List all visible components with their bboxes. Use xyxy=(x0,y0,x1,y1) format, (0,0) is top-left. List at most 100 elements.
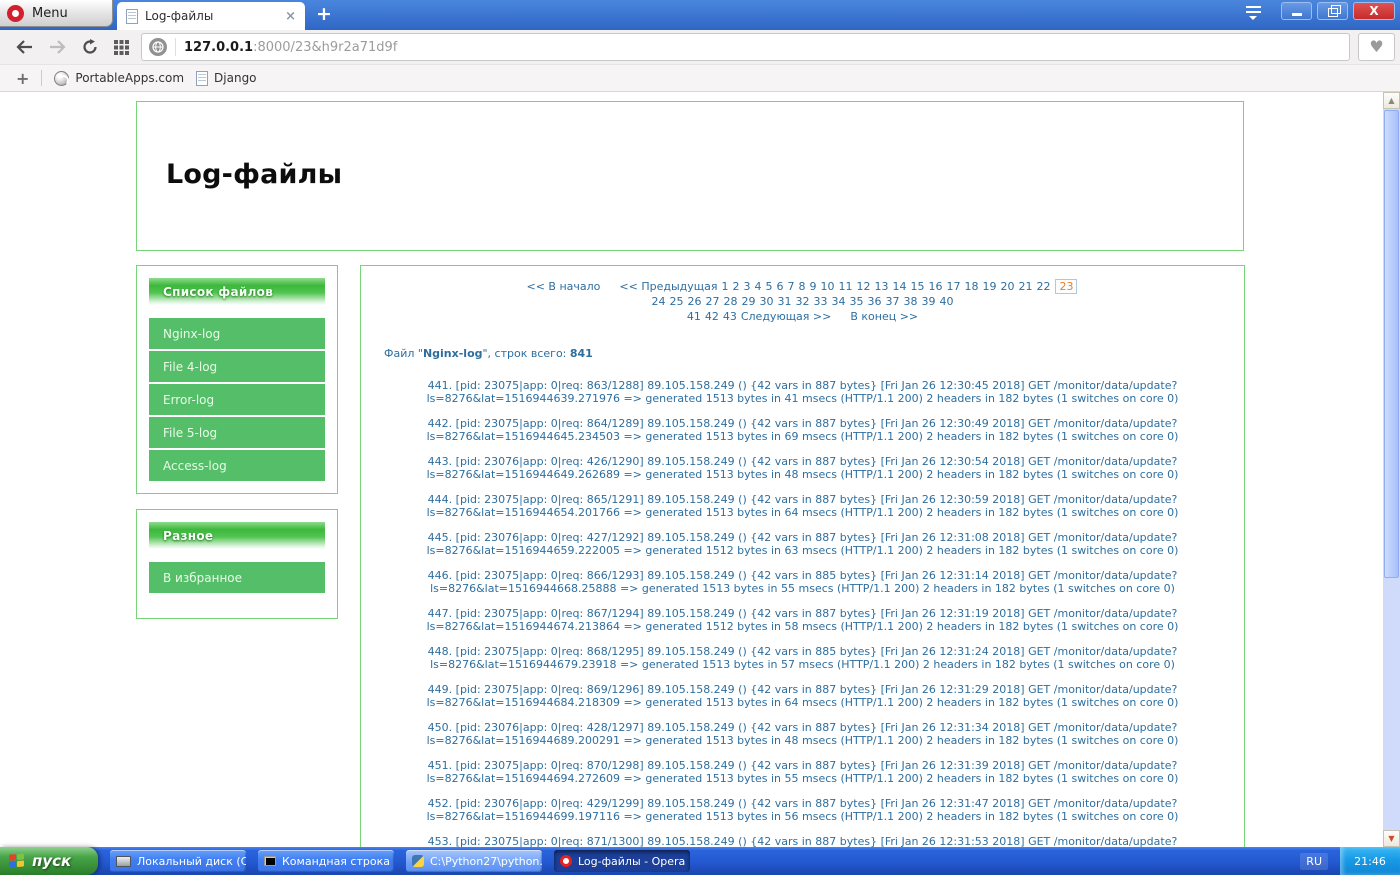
browser-tab[interactable]: Log-файлы × xyxy=(117,2,305,30)
page-link-2[interactable]: 2 xyxy=(732,280,739,293)
page-link-24[interactable]: 24 xyxy=(652,295,666,308)
page-link-6[interactable]: 6 xyxy=(776,280,783,293)
page-link-11[interactable]: 11 xyxy=(838,280,852,293)
page-link-5[interactable]: 5 xyxy=(765,280,772,293)
page-link-36[interactable]: 36 xyxy=(868,295,882,308)
log-entry-line2: ls=8276&lat=1516944699.197116 => generat… xyxy=(379,810,1226,823)
bookmark-django[interactable]: Django xyxy=(196,71,257,86)
clock[interactable]: 21:46 xyxy=(1340,847,1400,875)
page-link-16[interactable]: 16 xyxy=(928,280,942,293)
log-entry-line2: ls=8276&lat=1516944659.222005 => generat… xyxy=(379,544,1226,557)
reload-button[interactable] xyxy=(82,39,98,55)
page-link-39[interactable]: 39 xyxy=(922,295,936,308)
scroll-up-button[interactable]: ▲ xyxy=(1383,92,1400,109)
page-link-37[interactable]: 37 xyxy=(886,295,900,308)
page-link-33[interactable]: 33 xyxy=(814,295,828,308)
pagination-prev[interactable]: << Предыдущая xyxy=(619,280,717,293)
page-link-8[interactable]: 8 xyxy=(798,280,805,293)
log-entry-line1: 442. [pid: 23075|app: 0|req: 864/1289] 8… xyxy=(379,417,1226,430)
page-link-3[interactable]: 3 xyxy=(743,280,750,293)
sidebar-item-favorites[interactable]: В избранное xyxy=(149,562,325,593)
sidebar-item-error-log[interactable]: Error-log xyxy=(149,384,325,415)
bookmark-heart-button[interactable]: ♥ xyxy=(1358,33,1395,61)
url-text[interactable]: 127.0.0.1:8000/23&h9r2a71d9f xyxy=(184,40,397,55)
page-link-14[interactable]: 14 xyxy=(892,280,906,293)
pagination-last[interactable]: В конец >> xyxy=(850,310,918,323)
log-entry-line1: 451. [pid: 23075|app: 0|req: 870/1298] 8… xyxy=(379,759,1226,772)
page-link-41[interactable]: 41 xyxy=(687,310,701,323)
cmd-icon xyxy=(264,856,276,866)
maximize-button[interactable] xyxy=(1317,2,1348,20)
tab-menu-icon[interactable] xyxy=(1244,6,1262,20)
page-link-27[interactable]: 27 xyxy=(706,295,720,308)
pagination-next[interactable]: Следующая >> xyxy=(741,310,832,323)
bookmark-portableapps[interactable]: PortableApps.com xyxy=(54,71,184,86)
page-link-35[interactable]: 35 xyxy=(850,295,864,308)
task-python[interactable]: C:\Python27\python.... xyxy=(406,850,542,872)
page-link-10[interactable]: 10 xyxy=(820,280,834,293)
log-entry-line1: 446. [pid: 23075|app: 0|req: 866/1293] 8… xyxy=(379,569,1226,582)
log-entry-line1: 444. [pid: 23075|app: 0|req: 865/1291] 8… xyxy=(379,493,1226,506)
opera-menu-button[interactable]: Menu xyxy=(0,0,113,27)
task-label: Log-файлы - Opera xyxy=(578,855,685,868)
log-entry: 445. [pid: 23076|app: 0|req: 427/1292] 8… xyxy=(379,531,1226,557)
log-entry-line1: 453. [pid: 23075|app: 0|req: 871/1300] 8… xyxy=(379,835,1226,847)
language-indicator[interactable]: RU xyxy=(1300,853,1328,870)
forward-button[interactable] xyxy=(49,40,66,54)
sidebar-item-access-log[interactable]: Access-log xyxy=(149,450,325,481)
minimize-button[interactable] xyxy=(1281,2,1312,20)
speed-dial-button[interactable] xyxy=(114,40,129,55)
page-scrollbar[interactable]: ▲ ▼ xyxy=(1383,92,1400,847)
page-link-26[interactable]: 26 xyxy=(688,295,702,308)
page-link-30[interactable]: 30 xyxy=(760,295,774,308)
page-link-21[interactable]: 21 xyxy=(1018,280,1032,293)
page-link-38[interactable]: 38 xyxy=(904,295,918,308)
add-bookmark-button[interactable]: + xyxy=(16,69,29,88)
page-link-40[interactable]: 40 xyxy=(940,295,954,308)
task-opera[interactable]: Log-файлы - Opera xyxy=(554,850,690,872)
page-link-7[interactable]: 7 xyxy=(787,280,794,293)
bookmarks-divider xyxy=(41,70,42,86)
page-link-25[interactable]: 25 xyxy=(670,295,684,308)
page-link-9[interactable]: 9 xyxy=(809,280,816,293)
task-local-disk[interactable]: Локальный диск (C:) xyxy=(110,850,246,872)
sidebar-item-nginx-log[interactable]: Nginx-log xyxy=(149,318,325,349)
page-link-17[interactable]: 17 xyxy=(946,280,960,293)
sidebar-item-file-5-log[interactable]: File 5-log xyxy=(149,417,325,448)
task-cmd[interactable]: Командная строка xyxy=(258,850,394,872)
pagination-line2: 41 42 43 Следующая >> В конец >> xyxy=(379,309,1226,324)
scroll-down-button[interactable]: ▼ xyxy=(1383,830,1400,847)
page-link-28[interactable]: 28 xyxy=(724,295,738,308)
back-button[interactable] xyxy=(16,40,33,54)
page-link-4[interactable]: 4 xyxy=(754,280,761,293)
page-link-31[interactable]: 31 xyxy=(778,295,792,308)
page-link-29[interactable]: 29 xyxy=(742,295,756,308)
start-button[interactable]: пуск xyxy=(0,847,98,875)
page-link-22[interactable]: 22 xyxy=(1036,280,1050,293)
page-link-12[interactable]: 12 xyxy=(856,280,870,293)
sidebar-item-file-4-log[interactable]: File 4-log xyxy=(149,351,325,382)
address-bar[interactable]: 127.0.0.1:8000/23&h9r2a71d9f xyxy=(141,33,1350,61)
page-link-1[interactable]: 1 xyxy=(721,280,728,293)
url-path: :8000/23&h9r2a71d9f xyxy=(253,40,397,55)
tab-title: Log-файлы xyxy=(145,9,278,23)
page-link-13[interactable]: 13 xyxy=(874,280,888,293)
new-tab-button[interactable]: + xyxy=(316,3,332,25)
tab-close-icon[interactable]: × xyxy=(285,9,296,24)
page-link-42[interactable]: 42 xyxy=(705,310,719,323)
page-link-15[interactable]: 15 xyxy=(910,280,924,293)
close-button[interactable]: X xyxy=(1353,2,1395,20)
page-link-34[interactable]: 34 xyxy=(832,295,846,308)
windows-logo-icon xyxy=(9,853,26,869)
log-entry-line1: 450. [pid: 23076|app: 0|req: 428/1297] 8… xyxy=(379,721,1226,734)
page-link-20[interactable]: 20 xyxy=(1000,280,1014,293)
pagination-first[interactable]: << В начало xyxy=(527,280,601,293)
chevron-down-icon xyxy=(1249,16,1257,20)
page-link-43[interactable]: 43 xyxy=(723,310,737,323)
page-link-19[interactable]: 19 xyxy=(982,280,996,293)
tab-menu-bars xyxy=(1246,6,1261,14)
scrollbar-thumb[interactable] xyxy=(1384,110,1399,578)
site-globe-icon[interactable] xyxy=(149,38,167,56)
page-link-32[interactable]: 32 xyxy=(796,295,810,308)
page-link-18[interactable]: 18 xyxy=(964,280,978,293)
